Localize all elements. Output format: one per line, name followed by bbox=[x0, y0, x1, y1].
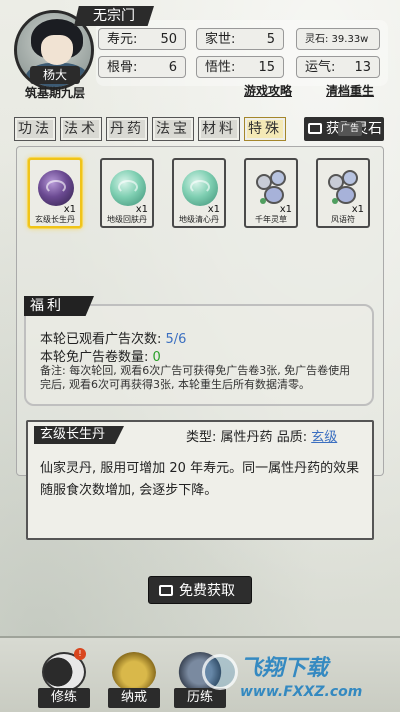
free-get-label: 免费获取 bbox=[179, 583, 235, 599]
item-name: 地级清心丹 bbox=[179, 215, 219, 224]
nav-cultivate-label: 修练 bbox=[38, 688, 90, 708]
reset-link[interactable]: 清档重生 bbox=[326, 82, 374, 99]
cultivation-realm: 筑基期九层 bbox=[24, 86, 85, 100]
stat-root-label: 根骨: bbox=[107, 60, 138, 75]
stat-family-value: 5 bbox=[266, 32, 275, 47]
nav-cultivate[interactable]: ! 修练 bbox=[36, 648, 92, 708]
ring-pouch-icon bbox=[112, 652, 156, 692]
item-detail-body: 仙家灵丹, 服用可增加 20 年寿元。同一属性丹药的效果随服食次数增加, 会逐步… bbox=[40, 461, 360, 498]
video-icon bbox=[308, 123, 322, 134]
stat-family: 家世: 5 bbox=[196, 28, 284, 50]
herb-icon bbox=[326, 168, 364, 208]
welfare-note: 备注: 每次轮回, 观看6次广告可获得免广告卷3张, 免广告卷使用完后, 观看6… bbox=[40, 364, 351, 391]
item-slot[interactable]: x1 玄级长生丹 bbox=[28, 158, 82, 228]
coupon-value: 0 bbox=[152, 350, 161, 365]
type-value: 属性丹药 bbox=[220, 430, 273, 445]
player-name: 杨大 bbox=[30, 66, 80, 84]
video-icon bbox=[159, 585, 173, 596]
guide-link[interactable]: 游戏攻略 bbox=[244, 82, 292, 99]
stat-root-value: 6 bbox=[168, 60, 177, 75]
grade-label: 品质: bbox=[276, 430, 308, 445]
purple-pill-icon bbox=[38, 170, 74, 206]
tab-spells[interactable]: 法术 bbox=[60, 117, 102, 141]
avatar-face bbox=[41, 35, 73, 65]
stat-family-label: 家世: bbox=[205, 32, 236, 47]
item-slot[interactable]: x1 千年灵草 bbox=[244, 158, 298, 228]
item-name: 风语符 bbox=[331, 215, 355, 224]
inventory-tabs: 功法 法术 丹药 法宝 材料 特殊 bbox=[14, 117, 286, 141]
tab-pills[interactable]: 丹药 bbox=[106, 117, 148, 141]
stat-luck-label: 运气: bbox=[305, 60, 336, 75]
item-name: 千年灵草 bbox=[255, 215, 287, 224]
nav-ring[interactable]: 纳戒 bbox=[106, 652, 162, 708]
item-name: 地级回肤丹 bbox=[107, 215, 147, 224]
green-pill-icon bbox=[182, 170, 218, 206]
watermark-logo-icon bbox=[202, 654, 238, 690]
coupon-label: 本轮免广告卷数量: bbox=[40, 350, 149, 365]
stat-insight-value: 15 bbox=[258, 60, 275, 75]
item-slot[interactable]: x1 地级回肤丹 bbox=[100, 158, 154, 228]
ads-watched-label: 本轮已观看广告次数: bbox=[40, 332, 162, 347]
tab-materials[interactable]: 材料 bbox=[198, 117, 240, 141]
type-label: 类型: bbox=[186, 430, 217, 445]
item-name: 玄级长生丹 bbox=[35, 215, 75, 224]
herb-icon bbox=[254, 168, 292, 208]
watermark-brand: 飞翔下载 bbox=[240, 656, 329, 681]
nav-journey-label: 历练 bbox=[174, 688, 226, 708]
stat-insight: 悟性: 15 bbox=[196, 56, 284, 78]
green-pill-icon bbox=[110, 170, 146, 206]
stat-luck: 运气: 13 bbox=[296, 56, 380, 78]
coupon-line: 本轮免广告卷数量: 0 bbox=[40, 346, 161, 365]
ads-watched-value: 5/6 bbox=[165, 332, 187, 347]
nav-ring-label: 纳戒 bbox=[108, 688, 160, 708]
stat-luck-value: 13 bbox=[354, 60, 371, 75]
watermark-site: www.FXXZ.com bbox=[240, 684, 363, 700]
stat-lifespan: 寿元: 50 bbox=[98, 28, 186, 50]
item-slot[interactable]: x1 风语符 bbox=[316, 158, 370, 228]
item-slot[interactable]: x1 地级清心丹 bbox=[172, 158, 226, 228]
stat-lifespan-value: 50 bbox=[160, 32, 177, 47]
stat-lifespan-label: 寿元: bbox=[107, 32, 138, 47]
item-detail-meta: 类型: 属性丹药 品质: 玄级 bbox=[186, 426, 337, 445]
stat-root: 根骨: 6 bbox=[98, 56, 186, 78]
sect-banner: 无宗门 bbox=[74, 6, 154, 26]
grade-value[interactable]: 玄级 bbox=[311, 430, 337, 445]
ad-badge: 广告 bbox=[338, 122, 363, 136]
ads-watched-line: 本轮已观看广告次数: 5/6 bbox=[40, 328, 186, 347]
free-get-button[interactable]: 免费获取 bbox=[148, 576, 252, 604]
welfare-title: 福利 bbox=[24, 296, 94, 316]
tab-treasures[interactable]: 法宝 bbox=[152, 117, 194, 141]
get-spirit-stone-button[interactable]: 获取灵石 广告 bbox=[304, 117, 384, 141]
item-detail-title: 玄级长生丹 bbox=[34, 426, 124, 444]
stat-insight-label: 悟性: bbox=[205, 60, 236, 75]
watermark: 飞翔下载 www.FXXZ.com bbox=[202, 650, 400, 712]
stat-spirit-stone: 灵石: 39.33w bbox=[296, 28, 380, 50]
tab-special[interactable]: 特殊 bbox=[244, 117, 286, 141]
tab-skills[interactable]: 功法 bbox=[14, 117, 56, 141]
notification-badge: ! bbox=[74, 648, 86, 660]
